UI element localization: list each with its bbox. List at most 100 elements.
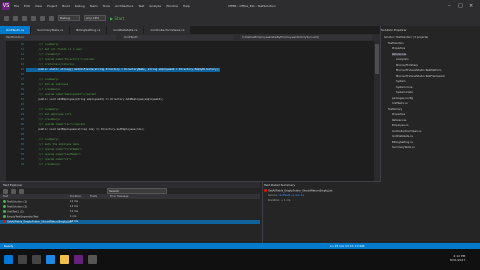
- test-row[interactable]: TestSolution (3) 11 ms: [0, 205, 260, 209]
- code-line[interactable]: /// <summary>: [26, 43, 58, 47]
- code-line[interactable]: /// <summary>: [26, 108, 58, 112]
- test-row[interactable]: TestSolution (3) 11 ms: [0, 200, 260, 204]
- solution-tree-item[interactable]: GridDataSets.cs: [392, 135, 413, 138]
- solution-tree-item[interactable]: TestLibrary: [388, 108, 402, 111]
- undo-icon[interactable]: [49, 15, 54, 21]
- document-tab[interactable]: BillingSetting.cs: [70, 26, 107, 34]
- save-icon[interactable]: [40, 15, 45, 21]
- solution-tree-item[interactable]: Analyzers: [396, 58, 409, 61]
- col-error[interactable]: Error Message: [110, 194, 129, 199]
- taskbar-clock[interactable]: 4:12 PM 8/31/2017: [450, 254, 465, 262]
- start-icon[interactable]: [4, 255, 13, 264]
- solution-tree-item[interactable]: packages.config: [392, 97, 413, 100]
- test-row[interactable]: EmptyTestSeparatorTest 1 ms: [0, 215, 260, 219]
- start-button[interactable]: ▶ Start: [110, 16, 124, 21]
- close-icon[interactable]: ×: [469, 3, 473, 9]
- playlist-icon[interactable]: [19, 188, 24, 194]
- menu-item[interactable]: View: [35, 4, 42, 8]
- solution-tree-item[interactable]: BillingSetting.cs: [392, 141, 413, 144]
- code-line[interactable]: /// <returns></returns>: [26, 63, 74, 67]
- solution-tree-item[interactable]: References: [392, 119, 406, 122]
- edge-icon[interactable]: [46, 255, 55, 264]
- code-line[interactable]: /// <param name="id">: [26, 158, 71, 162]
- menu-item[interactable]: Help: [183, 4, 190, 8]
- solution-tree-item[interactable]: UnitTest1.cs: [392, 102, 408, 105]
- run-all-icon[interactable]: [3, 188, 8, 194]
- task-view-icon[interactable]: [32, 255, 41, 264]
- menu-item[interactable]: Architecture: [115, 4, 133, 8]
- app-icon[interactable]: [88, 255, 97, 264]
- code-line[interactable]: /// Get all fields in a user: [26, 48, 82, 52]
- code-line[interactable]: public void GetEmployees(string ids) => …: [26, 128, 144, 132]
- test-row[interactable]: UnitTest1 (3) 11 ms: [0, 210, 260, 214]
- solution-tree-item[interactable]: Microsoft.VisualStudio.TestPlatform: [396, 69, 441, 72]
- code-line[interactable]: /// <param name="employeeId"></param>: [26, 93, 96, 97]
- col-test[interactable]: Test: [3, 194, 8, 199]
- menu-item[interactable]: Debug: [75, 4, 85, 8]
- code-line[interactable]: /// Gets the employee data: [26, 143, 79, 147]
- forward-icon[interactable]: [13, 15, 18, 21]
- col-duration[interactable]: Duration: [70, 194, 81, 199]
- solution-tree-item[interactable]: References: [392, 52, 407, 56]
- project-dropdown[interactable]: TestSolution: [4, 35, 116, 40]
- code-line[interactable]: /// Get employee info: [26, 113, 71, 117]
- back-icon[interactable]: [4, 15, 9, 21]
- code-line[interactable]: public static string[] GetAllFields(stri…: [26, 68, 220, 72]
- menu-item[interactable]: Team: [90, 4, 98, 8]
- menu-item[interactable]: Build: [62, 4, 70, 8]
- solution-tree-item[interactable]: Solution 'TestSolution' (2 projects): [384, 36, 428, 39]
- code-line[interactable]: /// </summary>: [26, 163, 60, 167]
- editor-scroll-thumb[interactable]: [375, 44, 379, 74]
- document-tab[interactable]: UnitTest1.cs: [0, 26, 31, 34]
- code-line[interactable]: /// <param name="ids"></param>: [26, 123, 85, 127]
- solution-tree-item[interactable]: System.Data: [396, 91, 413, 94]
- solution-tree-item[interactable]: System.Core: [396, 86, 413, 89]
- solution-tree-item[interactable]: TestSolution: [388, 42, 404, 45]
- code-line[interactable]: /// <summary>: [26, 138, 58, 142]
- config-combo[interactable]: Debug: [58, 15, 80, 21]
- solution-tree-item[interactable]: Microsoft.CSharp: [396, 64, 418, 67]
- maximize-icon[interactable]: □: [458, 3, 463, 9]
- code-line[interactable]: /// <param name="firstName">: [26, 148, 82, 152]
- col-traits[interactable]: Traits: [90, 194, 97, 199]
- platform-combo[interactable]: Any CPU: [84, 15, 106, 21]
- code-line[interactable]: /// Add an employee: [26, 83, 68, 87]
- document-tab[interactable]: GridDataSets.cs: [107, 26, 144, 34]
- run-icon[interactable]: [11, 188, 16, 194]
- search-icon[interactable]: [18, 255, 27, 264]
- code-line[interactable]: /// </summary>: [26, 88, 60, 92]
- menu-item[interactable]: Test: [138, 4, 144, 8]
- class-dropdown[interactable]: UnitTest1: [122, 35, 234, 40]
- explorer-icon[interactable]: [60, 255, 69, 264]
- minimize-icon[interactable]: –: [448, 3, 451, 9]
- solution-tree-item[interactable]: SummaryTests.cs: [392, 146, 415, 149]
- menu-item[interactable]: Project: [47, 4, 57, 8]
- source-link[interactable]: UnitTest1.cs line 24: [279, 194, 304, 197]
- code-line[interactable]: /// <param name="Directory"></param>: [26, 58, 94, 62]
- document-tab[interactable]: GridCollectionViews.cs: [144, 26, 191, 34]
- solution-tree-item[interactable]: GridCollectionViews.cs: [392, 130, 421, 133]
- new-file-icon[interactable]: [22, 15, 27, 21]
- code-line[interactable]: /// <summary>: [26, 78, 58, 82]
- menu-item[interactable]: File: [14, 4, 19, 8]
- menu-item[interactable]: Analyze: [149, 4, 161, 8]
- solution-tree-item[interactable]: Properties: [392, 113, 405, 116]
- code-line[interactable]: /// <param name="lastName">: [26, 153, 80, 157]
- solution-tree-item[interactable]: Employee.cs: [392, 124, 408, 127]
- document-tab[interactable]: SummaryTests.cs: [31, 26, 70, 34]
- visual-studio-icon[interactable]: [74, 255, 83, 264]
- solution-tree-item[interactable]: Properties: [392, 47, 405, 50]
- code-line[interactable]: /// </summary>: [26, 53, 60, 57]
- solution-tree-item[interactable]: Microsoft.VisualStudio.TestFramework: [396, 75, 445, 78]
- open-icon[interactable]: [31, 15, 36, 21]
- code-line[interactable]: public void AddEmployee(string employeeI…: [26, 98, 163, 102]
- code-editor[interactable]: /// <summary> /// Get all fields in a us…: [26, 41, 380, 181]
- solution-tree-item[interactable]: System: [396, 80, 406, 83]
- code-line[interactable]: /// </summary>: [26, 118, 60, 122]
- member-dropdown[interactable]: InitializeEmployeeDataByEmployeeIdsOnlyS…: [240, 35, 372, 40]
- menu-item[interactable]: Tools: [103, 4, 110, 8]
- test-row[interactable]: GetAllFields_EmptyFolder_ShouldReturnEmp…: [0, 220, 260, 224]
- line-number: 30: [20, 143, 24, 146]
- menu-item[interactable]: Edit: [24, 4, 30, 8]
- menu-item[interactable]: Window: [166, 4, 178, 8]
